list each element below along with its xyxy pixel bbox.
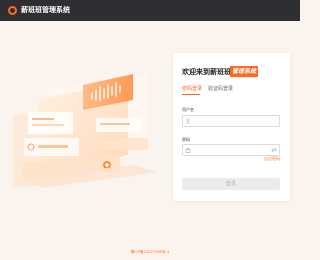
logo-icon (8, 6, 17, 15)
username-label: 用户名 (182, 107, 194, 112)
password-input[interactable] (193, 146, 271, 154)
username-input[interactable] (193, 117, 271, 125)
welcome-heading: 欢迎来到薪班班 (182, 68, 231, 76)
top-bar: 薪班班管理系统 (0, 0, 300, 21)
dashboard-illustration (13, 74, 158, 188)
lock-icon (185, 147, 191, 153)
icp-footer-link[interactable]: 蜀ICP备15027965号-3 (0, 250, 300, 255)
user-icon (185, 118, 191, 124)
system-badge: 管理系统 (230, 66, 259, 77)
login-card: 欢迎来到薪班班 管理系统 密码登录 验证码登录 用户名 密码 忘记密码 登录 (173, 53, 290, 201)
password-field[interactable] (182, 144, 280, 156)
username-field[interactable] (182, 115, 280, 127)
login-button[interactable]: 登录 (182, 178, 280, 190)
password-label: 密码 (182, 137, 190, 142)
tab-sms-login[interactable]: 验证码登录 (208, 86, 233, 93)
eye-off-icon[interactable] (271, 147, 277, 153)
tab-password-login[interactable]: 密码登录 (182, 86, 202, 93)
active-tab-indicator (182, 94, 200, 95)
app-title: 薪班班管理系统 (21, 6, 70, 14)
forgot-password-link[interactable]: 忘记密码 (264, 156, 280, 162)
hero-illustration (8, 60, 168, 200)
